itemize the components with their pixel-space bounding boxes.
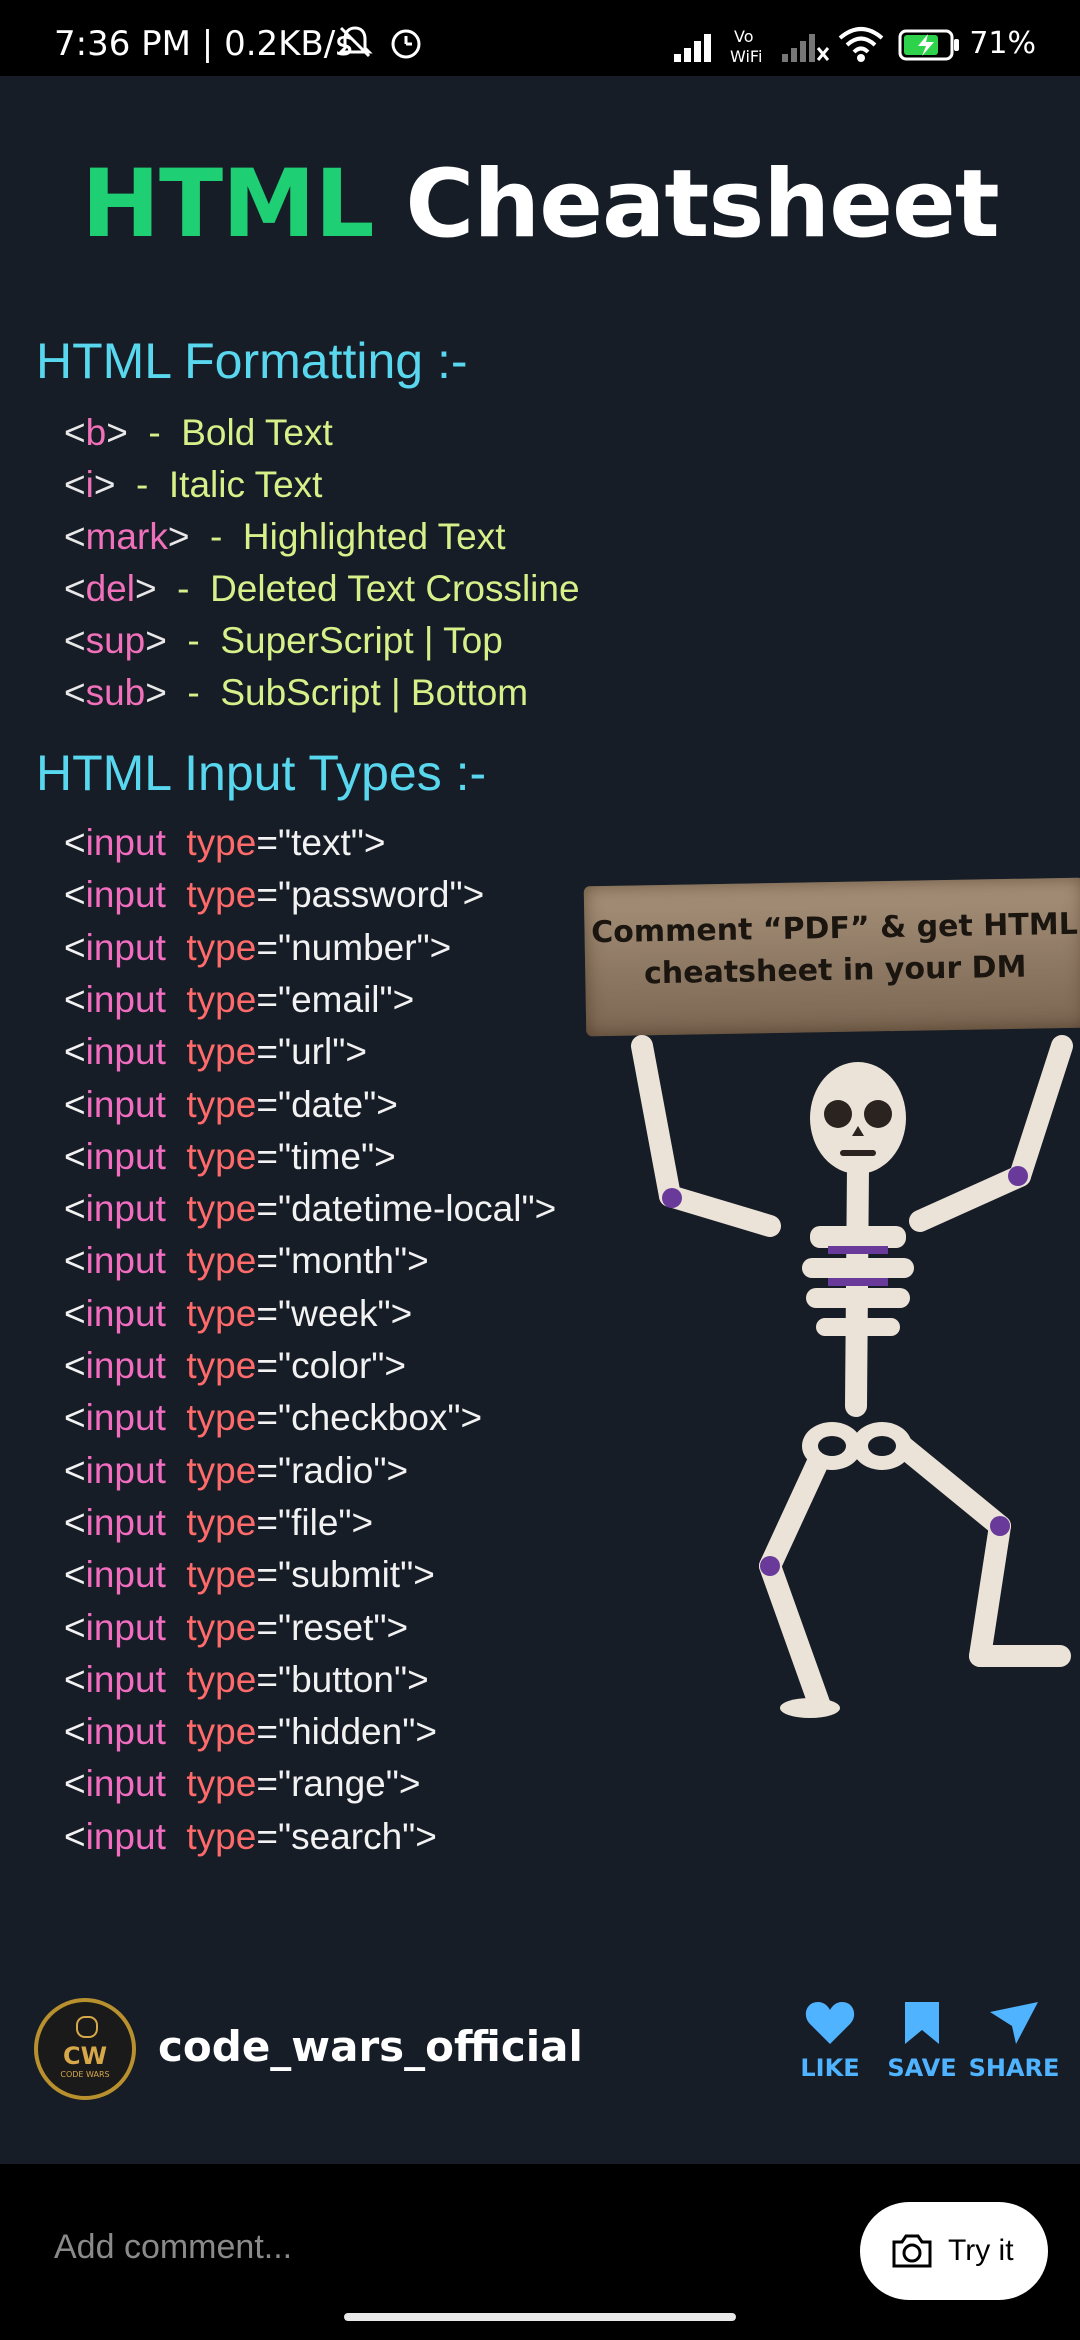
alarm-icon	[391, 29, 421, 59]
formatting-row: <sub> - SubScript | Bottom	[64, 672, 529, 713]
input-type-row: <input type="url">	[64, 1031, 367, 1073]
status-bar: 7:36 PM | 0.2KB/s Vo WiFi 71%	[0, 0, 1080, 76]
signal-icon	[674, 34, 711, 62]
input-type-row: <input type="checkbox">	[64, 1397, 483, 1439]
share-button[interactable]: SHARE	[964, 2000, 1064, 2082]
share-label: SHARE	[968, 2054, 1060, 2082]
input-type-row: <input type="hidden">	[64, 1711, 437, 1753]
svg-text:WiFi: WiFi	[730, 47, 762, 66]
formatting-row: <i> - Italic Text	[64, 464, 323, 505]
input-type-row: <input type="email">	[64, 978, 415, 1020]
formatting-row: <mark> - Highlighted Text	[64, 516, 506, 557]
try-it-label: Try it	[948, 2234, 1014, 2267]
save-button[interactable]: SAVE	[872, 2000, 972, 2082]
skeleton-illustration	[631, 1035, 1073, 1718]
input-type-row: <input type="month">	[64, 1240, 429, 1282]
camera-icon	[892, 2234, 932, 2268]
comment-sign: Comment “PDF” & get HTML cheatsheet in y…	[583, 877, 1080, 1037]
input-type-row: <input type="datetime-local">	[64, 1188, 557, 1230]
avatar[interactable]: CW CODE WARS	[34, 1998, 136, 2100]
status-time: 7:36 PM | 0.2KB/s	[54, 24, 353, 64]
bolt-icon	[76, 2016, 98, 2038]
send-icon	[990, 2002, 1038, 2044]
input-type-row: <input type="submit">	[64, 1554, 435, 1596]
formatting-heading: HTML Formatting :-	[36, 333, 468, 389]
battery-percent: 71%	[969, 26, 1036, 61]
input-type-row: <input type="range">	[64, 1763, 421, 1805]
comment-input[interactable]: Add comment...	[54, 2228, 292, 2267]
formatting-row: <b> - Bold Text	[64, 412, 333, 453]
title-part1: HTML	[81, 150, 374, 259]
sign-text-line2: cheatsheet in your DM	[643, 949, 1027, 992]
vowifi-icon: Vo WiFi	[730, 27, 762, 66]
username[interactable]: code_wars_official	[158, 2022, 583, 2071]
bookmark-icon	[905, 2002, 939, 2044]
formatting-row: <sup> - SuperScript | Top	[64, 620, 503, 661]
page-title: HTML Cheatsheet	[0, 150, 1080, 259]
input-types-heading: HTML Input Types :-	[36, 745, 487, 801]
wifi-icon	[838, 27, 884, 62]
input-type-row: <input type="search">	[64, 1815, 437, 1857]
input-type-row: <input type="button">	[64, 1658, 429, 1700]
input-type-row: <input type="file">	[64, 1501, 374, 1543]
home-indicator[interactable]	[344, 2313, 736, 2321]
input-type-row: <input type="reset">	[64, 1606, 409, 1648]
like-button[interactable]: LIKE	[780, 2000, 880, 2082]
svg-text:Vo: Vo	[734, 27, 754, 46]
input-type-row: <input type="password">	[64, 874, 485, 916]
try-it-button[interactable]: Try it	[860, 2202, 1048, 2300]
heart-icon	[805, 2002, 855, 2044]
post-image: HTML Cheatsheet HTML Formatting :- <b> -…	[0, 76, 1080, 2164]
input-type-row: <input type="time">	[64, 1135, 396, 1177]
avatar-small-text: CODE WARS	[60, 2070, 110, 2079]
input-type-row: <input type="date">	[64, 1083, 398, 1125]
formatting-row: <del> - Deleted Text Crossline	[64, 568, 580, 609]
input-type-row: <input type="color">	[64, 1345, 407, 1386]
avatar-text: CW	[62, 2042, 108, 2070]
like-label: LIKE	[800, 2054, 860, 2082]
input-type-row: <input type="text">	[64, 822, 386, 863]
save-label: SAVE	[887, 2054, 957, 2082]
bottom-bar: Add comment... Try it	[0, 2164, 1080, 2340]
battery-charging-icon	[898, 29, 959, 61]
mute-bell-icon	[337, 26, 373, 58]
signal-2-icon	[782, 34, 830, 62]
input-type-row: <input type="week">	[64, 1292, 413, 1334]
input-type-row: <input type="radio">	[64, 1449, 409, 1491]
title-part2: Cheatsheet	[405, 150, 999, 259]
input-type-row: <input type="number">	[64, 926, 452, 968]
